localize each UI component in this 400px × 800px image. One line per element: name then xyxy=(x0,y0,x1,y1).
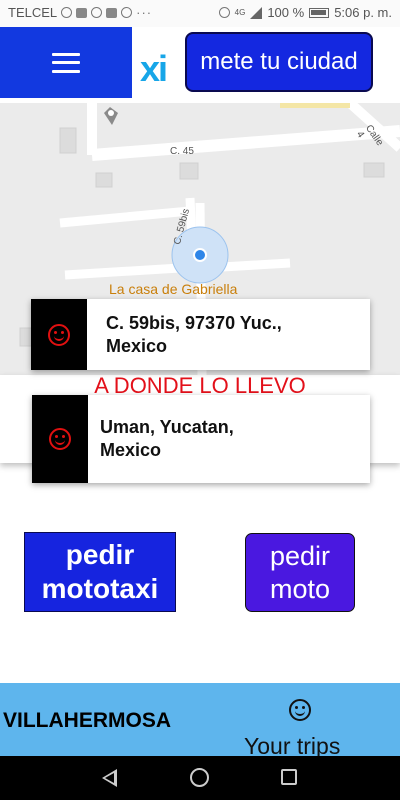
bottom-bar: VILLAHERMOSA Your trips xyxy=(0,683,400,756)
origin-icon-box xyxy=(31,299,87,370)
facebook-icon xyxy=(121,7,133,18)
status-bar: TELCEL ··· 4G 100 % 5:06 p. m. xyxy=(0,0,400,27)
destination-address: Uman, Yucatan, Mexico xyxy=(100,417,234,460)
origin-address-card[interactable]: C. 59bis, 97370 Yuc., Mexico xyxy=(31,299,370,370)
smiley-icon[interactable] xyxy=(289,699,311,721)
current-city: VILLAHERMOSA xyxy=(3,709,171,732)
mail-icon xyxy=(106,7,118,18)
signal-icon xyxy=(250,6,263,19)
street-label-c45: C. 45 xyxy=(170,146,194,157)
destination-icon-box xyxy=(32,395,88,483)
smiley-icon xyxy=(49,428,71,450)
image-icon xyxy=(76,7,88,18)
navigation-bar xyxy=(0,756,400,800)
hamburger-icon xyxy=(52,52,80,73)
more-notifications-icon: ··· xyxy=(136,5,153,20)
smiley-icon xyxy=(48,323,70,346)
battery-percent: 100 % xyxy=(267,5,305,20)
carrier-label: TELCEL xyxy=(8,5,58,20)
home-icon[interactable] xyxy=(190,768,209,787)
sync-icon xyxy=(61,7,73,18)
recent-apps-icon[interactable] xyxy=(281,769,297,785)
menu-button[interactable] xyxy=(0,27,132,98)
city-input-button[interactable]: mete tu ciudad xyxy=(185,32,373,92)
your-trips-button[interactable]: Your trips xyxy=(244,733,340,756)
request-mototaxi-button[interactable]: pedir mototaxi xyxy=(24,532,176,612)
network-label: 4G xyxy=(234,8,246,17)
origin-address: C. 59bis, 97370 Yuc., Mexico xyxy=(106,312,282,356)
app-logo: xi xyxy=(140,48,168,89)
screen: TELCEL ··· 4G 100 % 5:06 p. m. C. 45 C. … xyxy=(0,0,400,800)
battery-icon xyxy=(309,7,330,18)
chat-icon xyxy=(91,7,103,18)
location-icon xyxy=(218,7,230,18)
destination-address-card[interactable]: Uman, Yucatan, Mexico xyxy=(32,395,370,483)
back-icon[interactable] xyxy=(102,769,117,787)
place-label: La casa de Gabriella xyxy=(109,281,238,297)
clock: 5:06 p. m. xyxy=(334,5,392,20)
request-moto-button[interactable]: pedir moto xyxy=(245,533,355,612)
